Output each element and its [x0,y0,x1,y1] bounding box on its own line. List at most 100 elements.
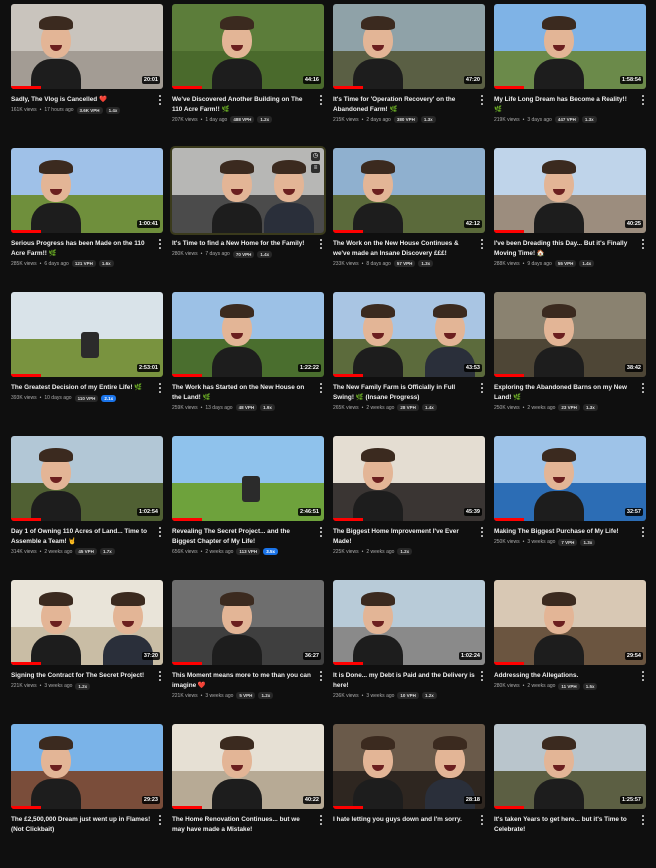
more-options-icon[interactable] [157,383,163,393]
video-card[interactable]: 1:58:54 My Life Long Dream has Become a R… [494,4,646,148]
video-title[interactable]: I hate letting you guys down and I'm sor… [333,815,475,825]
video-thumbnail[interactable]: 1:02:54 [11,436,163,521]
video-title[interactable]: Signing the Contract for The Secret Proj… [11,671,153,681]
video-card[interactable]: 44:16 We've Discovered Another Building o… [172,4,324,148]
video-title[interactable]: The Work has Started on the New House on… [172,383,314,402]
video-card[interactable]: 28:18 I hate letting you guys down and I'… [333,724,485,868]
video-thumbnail[interactable]: 32:57 [494,436,646,521]
video-card[interactable]: 1:02:54 Day 1 of Owning 110 Acres of Land… [11,436,163,580]
video-thumbnail[interactable]: 37:20 [11,580,163,665]
more-options-icon[interactable] [479,815,485,825]
video-title[interactable]: The Work on the New House Continues & we… [333,239,475,258]
video-thumbnail[interactable]: 43:53 [333,292,485,377]
video-title[interactable]: Addressing the Allegations. [494,671,636,681]
meta-separator: • [200,116,203,123]
video-card[interactable]: 2:46:51 Revealing The Secret Project... a… [172,436,324,580]
video-thumbnail[interactable]: 1:22:22 [172,292,324,377]
video-thumbnail[interactable]: 44:16 [172,4,324,89]
video-title[interactable]: We've Discovered Another Building on The… [172,95,314,114]
video-thumbnail[interactable]: ◷ ≡ [170,146,326,235]
video-thumbnail[interactable]: 1:25:57 [494,724,646,809]
more-options-icon[interactable] [479,527,485,537]
more-options-icon[interactable] [640,239,646,249]
video-thumbnail[interactable]: 47:20 [333,4,485,89]
video-title[interactable]: The New Family Farm is Officially in Ful… [333,383,475,402]
video-title[interactable]: Making The Biggest Purchase of My Life! [494,527,636,537]
video-thumbnail[interactable]: 40:25 [494,148,646,233]
video-card[interactable]: 29:23 The £2,500,000 Dream just went up i… [11,724,163,868]
video-card[interactable]: 1:22:22 The Work has Started on the New H… [172,292,324,436]
video-title[interactable]: My Life Long Dream has Become a Reality!… [494,95,636,114]
video-title[interactable]: It's Time for 'Operation Recovery' on th… [333,95,475,114]
more-options-icon[interactable] [318,383,324,393]
video-title[interactable]: Revealing The Secret Project... and the … [172,527,314,546]
video-thumbnail[interactable]: 2:46:51 [172,436,324,521]
video-card[interactable]: 45:39 The Biggest Home Improvement I've E… [333,436,485,580]
more-options-icon[interactable] [640,383,646,393]
video-thumbnail[interactable]: 1:58:54 [494,4,646,89]
presenter-face [39,16,73,58]
more-options-icon[interactable] [479,95,485,105]
video-card[interactable]: 29:54 Addressing the Allegations. 280K vie… [494,580,646,724]
more-options-icon[interactable] [318,815,324,825]
video-card[interactable]: 36:27 This Moment means more to me than y… [172,580,324,724]
video-title[interactable]: This Moment means more to me than you ca… [172,671,314,690]
video-card[interactable]: 2:53:01 The Greatest Decision of my Entir… [11,292,163,436]
more-options-icon[interactable] [640,671,646,681]
video-title[interactable]: I've been Dreading this Day... But it's … [494,239,636,258]
video-thumbnail[interactable]: 20:01 [11,4,163,89]
video-thumbnail[interactable]: 40:22 [172,724,324,809]
more-options-icon[interactable] [157,239,163,249]
more-options-icon[interactable] [479,239,485,249]
video-card[interactable]: 42:12 The Work on the New House Continues… [333,148,485,292]
more-options-icon[interactable] [318,95,324,105]
video-thumbnail[interactable]: 1:02:24 [333,580,485,665]
video-thumbnail[interactable]: 29:23 [11,724,163,809]
more-options-icon[interactable] [640,815,646,825]
video-card[interactable]: 40:25 I've been Dreading this Day... But … [494,148,646,292]
more-options-icon[interactable] [479,671,485,681]
more-options-icon[interactable] [318,527,324,537]
video-card[interactable]: 47:20 It's Time for 'Operation Recovery' … [333,4,485,148]
video-title[interactable]: It's Time to find a New Home for the Fam… [172,239,314,249]
video-card[interactable]: 1:00:41 Serious Progress has been Made on… [11,148,163,292]
video-thumbnail[interactable]: 28:18 [333,724,485,809]
video-thumbnail[interactable]: 29:54 [494,580,646,665]
more-options-icon[interactable] [640,527,646,537]
video-title[interactable]: Exploring the Abandoned Barns on my New … [494,383,636,402]
video-card[interactable]: 32:57 Making The Biggest Purchase of My L… [494,436,646,580]
video-thumbnail[interactable]: 1:00:41 [11,148,163,233]
video-card[interactable]: 20:01 Sadly, The Vlog is Cancelled ❤️ 161K… [11,4,163,148]
more-options-icon[interactable] [318,239,324,249]
more-options-icon[interactable] [157,95,163,105]
more-options-icon[interactable] [479,383,485,393]
clock-icon[interactable]: ◷ [311,152,320,161]
video-title[interactable]: The Greatest Decision of my Entire Life!… [11,383,153,393]
video-title[interactable]: The Biggest Home Improvement I've Ever M… [333,527,475,546]
video-card[interactable]: 1:25:57 It's taken Years to get here... b… [494,724,646,868]
video-title[interactable]: The Home Renovation Continues... but we … [172,815,314,834]
video-thumbnail[interactable]: 45:39 [333,436,485,521]
video-card[interactable]: 40:22 The Home Renovation Continues... bu… [172,724,324,868]
video-thumbnail[interactable]: 42:12 [333,148,485,233]
more-options-icon[interactable] [640,95,646,105]
video-title[interactable]: Serious Progress has been Made on the 11… [11,239,153,258]
video-card[interactable]: 1:02:24 It is Done... my Debt is Paid and… [333,580,485,724]
more-options-icon[interactable] [318,671,324,681]
video-card[interactable]: ◷ ≡ It's Time to find a New Home for the F… [170,146,326,292]
video-title[interactable]: The £2,500,000 Dream just went up in Fla… [11,815,153,834]
video-thumbnail[interactable]: 38:42 [494,292,646,377]
more-options-icon[interactable] [157,815,163,825]
video-card[interactable]: 43:53 The New Family Farm is Officially i… [333,292,485,436]
queue-icon[interactable]: ≡ [311,164,320,173]
video-thumbnail[interactable]: 36:27 [172,580,324,665]
video-card[interactable]: 38:42 Exploring the Abandoned Barns on my… [494,292,646,436]
video-title[interactable]: Day 1 of Owning 110 Acres of Land... Tim… [11,527,153,546]
video-thumbnail[interactable]: 2:53:01 [11,292,163,377]
video-title[interactable]: It's taken Years to get here... but it's… [494,815,636,834]
video-title[interactable]: It is Done... my Debt is Paid and the De… [333,671,475,690]
video-card[interactable]: 37:20 Signing the Contract for The Secret… [11,580,163,724]
more-options-icon[interactable] [157,527,163,537]
more-options-icon[interactable] [157,671,163,681]
video-title[interactable]: Sadly, The Vlog is Cancelled ❤️ [11,95,153,105]
